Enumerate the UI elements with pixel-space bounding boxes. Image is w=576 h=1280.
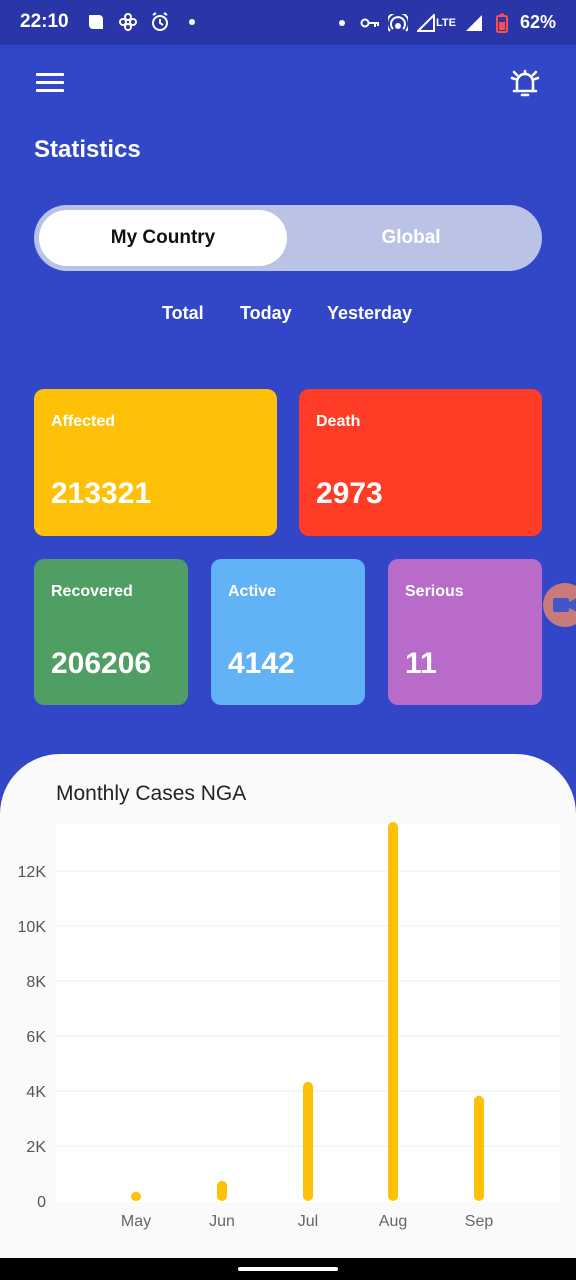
affected-value: 213321 bbox=[51, 477, 152, 510]
hamburger-menu-icon[interactable] bbox=[36, 73, 64, 95]
battery-level: 62% bbox=[519, 12, 556, 32]
serious-value: 11 bbox=[405, 647, 437, 680]
x-tick-label: Sep bbox=[465, 1213, 494, 1230]
toggle-my-country[interactable]: My Country bbox=[39, 210, 287, 266]
affected-label: Affected bbox=[51, 413, 116, 430]
floating-video-icon[interactable] bbox=[543, 583, 576, 627]
active-label: Active bbox=[228, 583, 277, 600]
status-time: 22:10 bbox=[20, 11, 69, 32]
serious-card: Serious 11 bbox=[388, 559, 542, 705]
x-tick-label: Jul bbox=[298, 1213, 318, 1230]
death-label: Death bbox=[316, 413, 361, 430]
recovered-label: Recovered bbox=[51, 583, 133, 600]
dot-icon bbox=[182, 12, 202, 32]
death-card: Death 2973 bbox=[299, 389, 542, 536]
active-value: 4142 bbox=[228, 647, 295, 680]
vpn-key-icon bbox=[360, 13, 380, 33]
y-tick-label: 0 bbox=[37, 1194, 46, 1211]
x-tick-label: Jun bbox=[209, 1213, 235, 1230]
y-tick-label: 2K bbox=[26, 1139, 46, 1156]
battery-icon bbox=[492, 13, 512, 33]
affected-card: Affected 213321 bbox=[34, 389, 277, 536]
y-tick-label: 8K bbox=[26, 974, 46, 991]
bar-sep bbox=[474, 1095, 484, 1201]
messaging-icon bbox=[86, 12, 106, 32]
status-bar: 22:10 LTE 62% bbox=[0, 0, 576, 45]
alarm-icon bbox=[150, 12, 170, 32]
home-gesture-handle[interactable] bbox=[238, 1267, 338, 1271]
bar-jun bbox=[217, 1180, 227, 1201]
system-icons: LTE 62% bbox=[332, 12, 556, 33]
hotspot-icon bbox=[388, 13, 408, 33]
page-title: Statistics bbox=[34, 136, 141, 163]
signal-icon bbox=[464, 13, 484, 33]
tab-total[interactable]: Total bbox=[162, 303, 204, 324]
x-tick-label: Aug bbox=[379, 1213, 407, 1230]
period-tabs: Total Today Yesterday bbox=[0, 303, 576, 333]
y-tick-label: 12K bbox=[18, 864, 47, 881]
y-tick-label: 4K bbox=[26, 1084, 46, 1101]
notification-icons bbox=[86, 12, 202, 32]
active-card: Active 4142 bbox=[211, 559, 365, 705]
bar-may bbox=[131, 1191, 141, 1201]
recovered-card: Recovered 206206 bbox=[34, 559, 188, 705]
serious-label: Serious bbox=[405, 583, 464, 600]
dot-icon bbox=[332, 13, 352, 33]
network-type-label: LTE bbox=[436, 16, 456, 29]
y-tick-label: 10K bbox=[18, 919, 47, 936]
death-value: 2973 bbox=[316, 477, 383, 510]
toggle-global[interactable]: Global bbox=[287, 210, 535, 266]
system-nav-bar bbox=[0, 1258, 576, 1280]
alarm-bell-icon[interactable] bbox=[508, 67, 542, 101]
recovered-value: 206206 bbox=[51, 647, 152, 680]
y-tick-label: 6K bbox=[26, 1029, 46, 1046]
bar-jul bbox=[303, 1081, 313, 1201]
bar-aug bbox=[388, 822, 398, 1201]
tab-today[interactable]: Today bbox=[240, 303, 292, 324]
pinwheel-icon bbox=[118, 12, 138, 32]
region-toggle: My Country Global bbox=[34, 205, 542, 271]
app-bar bbox=[0, 45, 576, 125]
tab-yesterday[interactable]: Yesterday bbox=[327, 303, 412, 324]
signal-icon bbox=[416, 13, 436, 33]
x-tick-label: May bbox=[121, 1213, 151, 1230]
monthly-cases-chart: 0 2K 4K 6K 8K 10K 12K May Jun Jul Aug Sep bbox=[18, 822, 560, 1230]
chart-panel: Monthly Cases NGA 0 2K 4K 6K 8K 10K 12K May Jun J… bbox=[0, 754, 576, 1280]
